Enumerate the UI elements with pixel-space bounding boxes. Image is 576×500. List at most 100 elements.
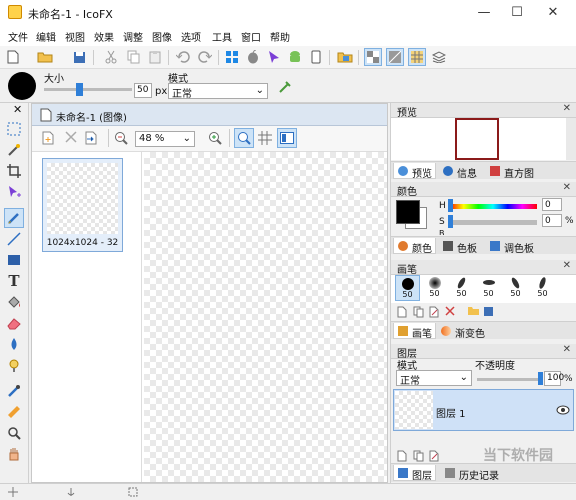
edit-brush-icon[interactable] — [429, 306, 440, 321]
brush-preset[interactable]: 50 — [476, 275, 501, 301]
preview-close-icon[interactable]: ✕ — [563, 103, 571, 114]
zoom-in-icon[interactable] — [208, 131, 222, 148]
menu-tools[interactable]: 工具 — [212, 29, 232, 44]
import-image-icon[interactable] — [85, 131, 98, 148]
hue-input[interactable]: 0 — [542, 198, 562, 211]
menu-effects[interactable]: 效果 — [94, 29, 114, 44]
actual-size-icon[interactable] — [234, 128, 254, 148]
text-tool-icon[interactable]: T — [4, 271, 24, 291]
menu-file[interactable]: 文件 — [8, 29, 28, 44]
maximize-button[interactable]: ☐ — [505, 3, 529, 23]
layers-mode-select[interactable]: 正常 ⌄ — [396, 370, 472, 387]
mode-select[interactable]: 正常 ⌄ — [168, 83, 268, 100]
brush-preset[interactable]: 50 — [530, 275, 555, 301]
move-icon[interactable] — [4, 182, 24, 202]
fill-bucket-icon[interactable] — [4, 292, 24, 312]
airbrush-toggle-icon[interactable] — [278, 80, 292, 97]
duplicate-brush-icon[interactable] — [413, 306, 424, 321]
redo-icon[interactable] — [196, 48, 214, 66]
delete-brush-icon[interactable] — [445, 306, 455, 319]
menu-adjust[interactable]: 调整 — [123, 29, 143, 44]
save-icon[interactable] — [70, 48, 88, 66]
image-list-toggle-icon[interactable] — [277, 128, 297, 148]
layer-row[interactable]: 图层 1 — [393, 389, 574, 431]
save-brush-icon[interactable] — [483, 306, 494, 320]
rectangle-tool-icon[interactable] — [4, 250, 24, 270]
blur-drop-icon[interactable] — [4, 334, 24, 354]
tab-swatches[interactable]: 色板 — [439, 238, 480, 255]
grid-pattern-icon[interactable] — [386, 48, 404, 66]
menu-image[interactable]: 图像 — [152, 29, 172, 44]
layers-stack-icon[interactable] — [430, 48, 448, 66]
tab-preview[interactable]: 预览 — [393, 163, 436, 180]
tab-histogram[interactable]: 直方图 — [486, 163, 537, 180]
crop-icon[interactable] — [4, 161, 24, 181]
cursor-icon[interactable] — [265, 48, 283, 66]
checkerboard-icon[interactable] — [364, 48, 382, 66]
open-brush-icon[interactable] — [467, 306, 480, 319]
size-slider-track[interactable] — [44, 88, 132, 91]
new-brush-icon[interactable] — [397, 306, 407, 321]
image-folder-icon[interactable] — [336, 48, 354, 66]
magic-wand-icon[interactable] — [4, 140, 24, 160]
show-grid-icon[interactable] — [258, 131, 272, 148]
paste-icon[interactable] — [146, 48, 164, 66]
tab-layers[interactable]: 图层 — [393, 465, 436, 482]
layers-close-icon[interactable]: ✕ — [563, 344, 571, 355]
line-tool-icon[interactable] — [4, 229, 24, 249]
new-file-icon[interactable] — [4, 48, 22, 66]
rect-select-icon[interactable] — [4, 119, 24, 139]
drawing-canvas[interactable] — [144, 152, 387, 482]
open-folder-icon[interactable] — [36, 48, 54, 66]
menu-help[interactable]: 帮助 — [270, 29, 290, 44]
dodge-icon[interactable] — [4, 355, 24, 375]
delete-image-icon[interactable] — [65, 131, 77, 146]
tab-history[interactable]: 历史记录 — [441, 465, 502, 482]
apple-icon[interactable] — [244, 48, 262, 66]
close-button[interactable]: ✕ — [541, 3, 565, 23]
opacity-slider-thumb[interactable] — [538, 372, 543, 385]
zoom-tool-icon[interactable] — [4, 423, 24, 443]
tab-gradient[interactable]: 渐变色 — [437, 323, 488, 340]
size-slider-thumb[interactable] — [76, 83, 84, 96]
image-thumbnail-item[interactable]: 1024x1024 - 32 — [42, 158, 123, 252]
menu-window[interactable]: 窗口 — [241, 29, 261, 44]
new-image-icon[interactable] — [42, 131, 55, 148]
brush-preset[interactable]: 50 — [422, 275, 447, 301]
tab-color[interactable]: 颜色 — [393, 238, 436, 255]
brush-preset[interactable]: 50 — [395, 275, 420, 301]
hue-slider[interactable] — [449, 204, 537, 209]
layer-visibility-eye-icon[interactable] — [556, 405, 570, 418]
mobile-icon[interactable] — [307, 48, 325, 66]
size-input[interactable]: 50 — [134, 83, 152, 98]
zoom-select[interactable]: 48 % ⌄ — [135, 131, 195, 147]
saturation-slider[interactable] — [449, 220, 537, 225]
tab-brush[interactable]: 画笔 — [393, 323, 436, 340]
menu-options[interactable]: 选项 — [181, 29, 201, 44]
windows-icon[interactable] — [223, 48, 241, 66]
minimize-button[interactable]: — — [472, 3, 496, 23]
pixel-grid-icon[interactable] — [408, 48, 426, 66]
copy-icon[interactable] — [124, 48, 142, 66]
brush-preset[interactable]: 50 — [503, 275, 528, 301]
color-close-icon[interactable]: ✕ — [563, 182, 571, 193]
primary-color-swatch[interactable] — [396, 200, 420, 224]
tools-close-icon[interactable]: ✕ — [13, 103, 22, 116]
opacity-slider-track[interactable] — [477, 378, 541, 381]
ruler-icon[interactable] — [4, 402, 24, 422]
brush-preset[interactable]: 50 — [449, 275, 474, 301]
hand-tool-icon[interactable] — [4, 444, 24, 464]
opacity-input[interactable]: 100 — [544, 371, 564, 386]
document-tab[interactable]: 未命名-1 (图像) — [32, 104, 387, 126]
brush-close-icon[interactable]: ✕ — [563, 260, 571, 271]
eraser-icon[interactable] — [4, 313, 24, 333]
undo-icon[interactable] — [174, 48, 192, 66]
eyedropper-icon[interactable] — [4, 381, 24, 401]
menu-edit[interactable]: 编辑 — [36, 29, 56, 44]
menu-view[interactable]: 视图 — [65, 29, 85, 44]
zoom-out-icon[interactable] — [114, 131, 128, 148]
preview-scrollbar[interactable] — [566, 118, 576, 160]
saturation-slider-thumb[interactable] — [448, 215, 453, 228]
tab-info[interactable]: 信息 — [439, 163, 480, 180]
brush-tool-icon[interactable] — [4, 208, 24, 228]
